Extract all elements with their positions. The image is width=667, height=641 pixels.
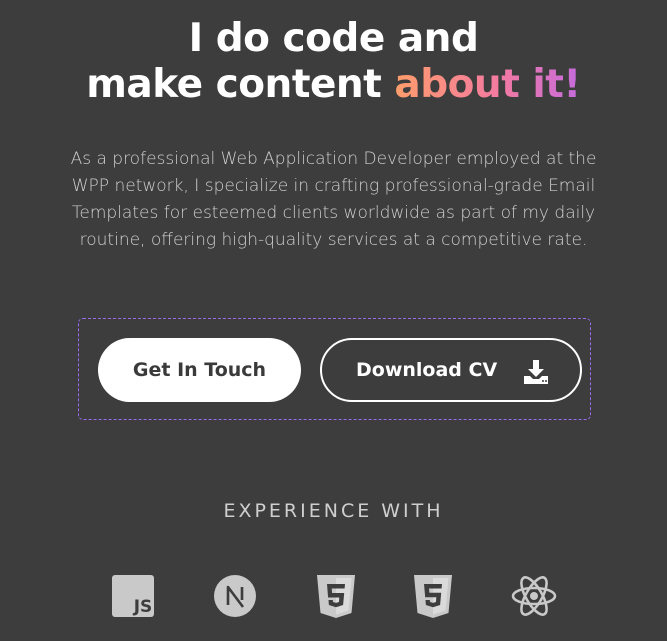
get-in-touch-button[interactable]: Get In Touch bbox=[98, 338, 301, 402]
hero-line-1: I do code and bbox=[188, 16, 479, 61]
hero-accent-text: about it! bbox=[394, 62, 581, 107]
css3-icon bbox=[414, 575, 452, 618]
nextjs-icon bbox=[214, 575, 256, 617]
get-in-touch-label: Get In Touch bbox=[132, 359, 267, 381]
download-icon bbox=[524, 360, 548, 384]
hero-line-2-prefix: make content bbox=[86, 62, 395, 107]
html5-icon bbox=[317, 575, 355, 618]
experience-heading: EXPERIENCE WITH bbox=[223, 500, 444, 522]
download-cv-label: Download CV bbox=[356, 359, 498, 381]
hero-title: I do code and make content about it! bbox=[0, 16, 667, 108]
javascript-icon: JS bbox=[112, 575, 154, 617]
download-cv-button[interactable]: Download CV bbox=[320, 338, 582, 402]
react-icon bbox=[511, 576, 557, 616]
intro-description: As a professional Web Application Develo… bbox=[70, 149, 597, 250]
hero-line-2: make content about it! bbox=[0, 62, 667, 108]
svg-text:JS: JS bbox=[133, 597, 153, 617]
